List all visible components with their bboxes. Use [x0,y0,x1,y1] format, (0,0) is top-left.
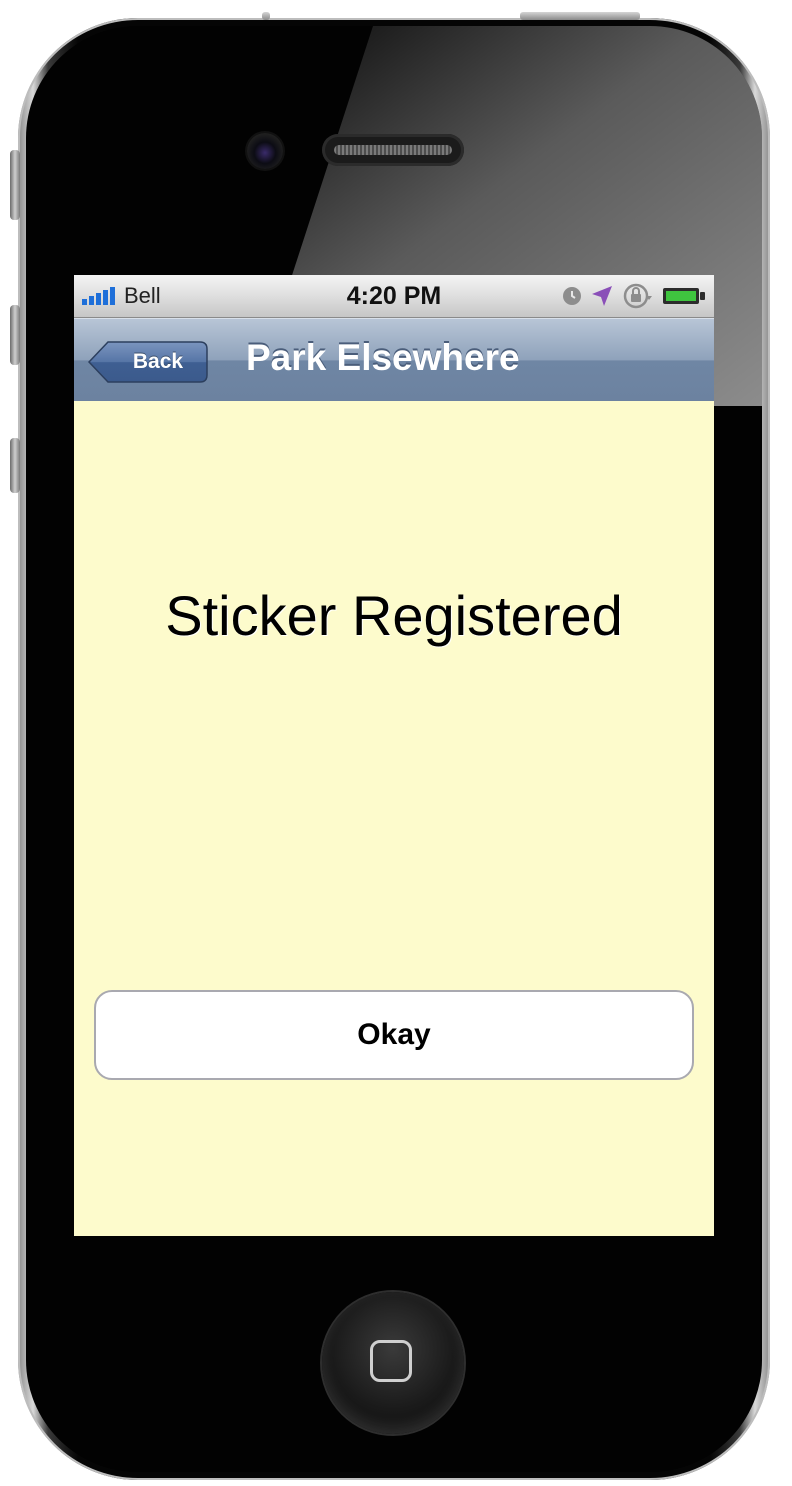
back-button-label: Back [132,350,184,373]
status-bar: Bell 4:20 PM [74,275,714,318]
signal-strength-icon [82,287,115,305]
page-title: Park Elsewhere [246,337,520,378]
volume-down-button [10,438,20,493]
battery-icon [663,288,705,304]
location-arrow-icon [592,286,612,306]
top-seam [262,12,270,20]
okay-button[interactable]: Okay [94,990,694,1080]
back-button[interactable]: Back [88,341,208,383]
speaker-grill [334,145,452,155]
confirmation-message: Sticker Registered [165,584,623,647]
home-button[interactable] [322,1292,464,1434]
earpiece-speaker [322,134,464,166]
status-time: 4:20 PM [346,282,442,310]
carrier-name: Bell [124,283,161,308]
volume-up-button [10,305,20,365]
app-screen: Bell 4:20 PM Back Park Elsewhere Sticker… [74,275,714,1236]
status-icons [562,281,706,311]
mute-switch [10,150,20,220]
front-camera [247,133,283,169]
rotation-lock-icon [623,283,652,309]
home-square-icon [370,1340,412,1382]
sleep-wake-button [520,12,640,20]
navigation-bar: Back Park Elsewhere [74,318,714,401]
clock-icon [563,287,581,305]
